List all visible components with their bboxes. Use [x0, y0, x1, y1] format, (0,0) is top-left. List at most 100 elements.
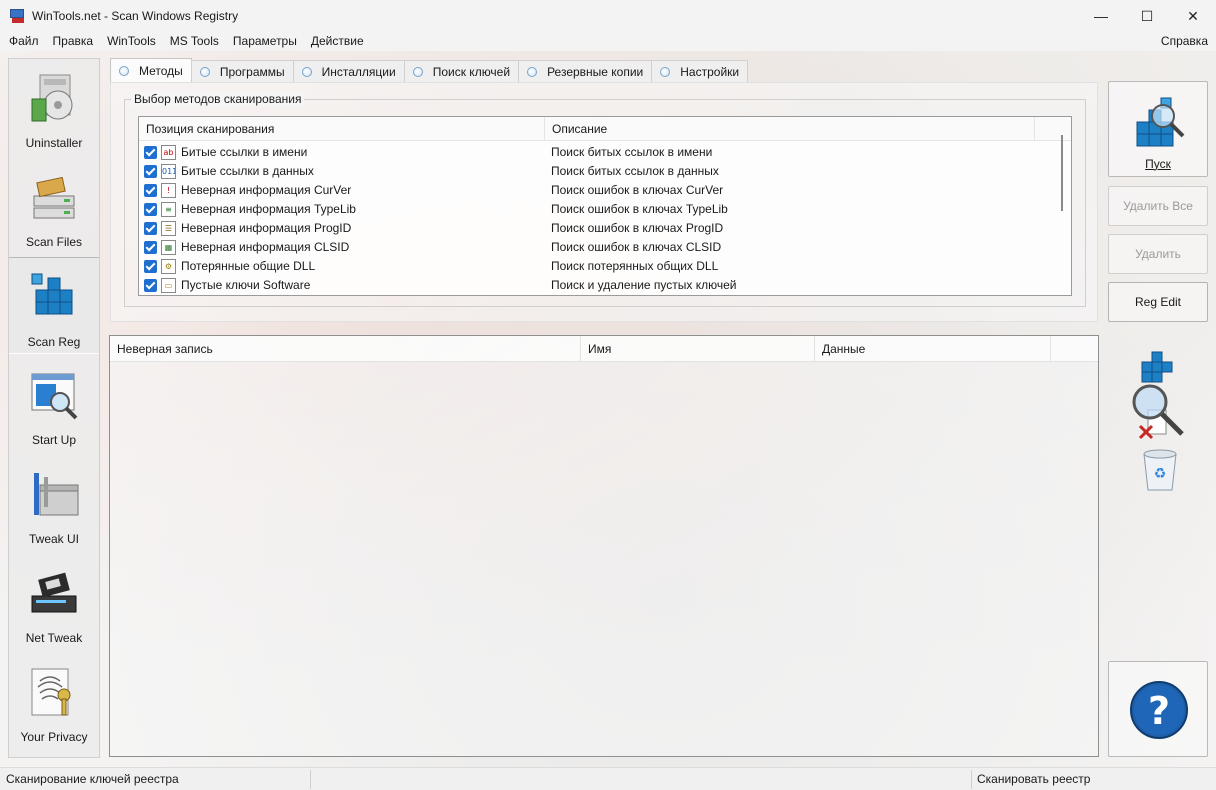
typelib-icon: ≡	[161, 202, 176, 217]
column-header-data[interactable]: Данные	[815, 336, 1051, 362]
close-button[interactable]: ✕	[1170, 0, 1216, 32]
tab-label: Методы	[139, 63, 183, 78]
menu-action[interactable]: Действие	[304, 31, 371, 51]
list-item[interactable]: 011 Битые ссылки в данных Поиск битых сс…	[139, 162, 1071, 181]
list-item[interactable]: ⚙ Потерянные общие DLL Поиск потерянных …	[139, 257, 1071, 276]
registry-search-delete-icon	[1132, 351, 1184, 440]
shared-dll-icon: ⚙	[161, 259, 176, 274]
group-title: Выбор методов сканирования	[131, 92, 305, 106]
sidebar-label: Scan Files	[25, 235, 83, 249]
sidebar-item-tweak-ui[interactable]: Tweak UI	[9, 455, 99, 552]
sidebar-item-uninstaller[interactable]: Uninstaller	[9, 59, 99, 156]
tab-label: Инсталляции	[321, 64, 396, 79]
sidebar-item-privacy[interactable]: Your Privacy	[9, 653, 99, 750]
reg-edit-button[interactable]: Reg Edit	[1108, 282, 1208, 322]
list-scrollbar[interactable]	[1054, 117, 1071, 295]
column-header-description[interactable]: Описание	[545, 117, 1035, 141]
scan-registry-icon	[1136, 97, 1185, 147]
menu-edit[interactable]: Правка	[46, 31, 101, 51]
help-button[interactable]: ?	[1108, 661, 1208, 757]
tab-radio-icon	[412, 66, 423, 77]
row-name: Неверная информация CurVer	[181, 183, 352, 197]
app-icon	[10, 8, 26, 24]
privacy-icon	[31, 668, 71, 716]
svg-text:?: ?	[1148, 689, 1170, 733]
uninstaller-icon	[31, 74, 73, 122]
list-item[interactable]: ab Битые ссылки в имени Поиск битых ссыл…	[139, 143, 1071, 162]
tab-label: Поиск ключей	[432, 64, 511, 79]
list-item[interactable]: ▦ Неверная информация CLSID Поиск ошибок…	[139, 238, 1071, 257]
status-divider	[971, 770, 972, 789]
start-label: Пуск	[1145, 157, 1171, 171]
row-name: Битые ссылки в имени	[181, 145, 308, 159]
tab-label: Резервные копии	[547, 64, 644, 79]
delete-button[interactable]: Удалить	[1108, 234, 1208, 274]
scan-methods-list[interactable]: Позиция сканирования Описание ab Битые с…	[138, 116, 1072, 296]
tab-backups[interactable]: Резервные копии	[518, 60, 653, 82]
tab-key-search[interactable]: Поиск ключей	[403, 60, 520, 82]
scan-results-list[interactable]: Неверная запись Имя Данные	[109, 335, 1099, 757]
tab-programs[interactable]: Программы	[190, 60, 294, 82]
row-checkbox[interactable]	[144, 184, 157, 197]
maximize-button[interactable]: ☐	[1124, 0, 1170, 32]
startup-icon	[31, 373, 78, 420]
row-checkbox[interactable]	[144, 241, 157, 254]
row-name: Неверная информация TypeLib	[181, 202, 356, 216]
row-checkbox[interactable]	[144, 165, 157, 178]
tab-label: Программы	[219, 64, 285, 79]
sidebar-item-net-tweak[interactable]: Net Tweak	[9, 554, 99, 651]
tab-settings[interactable]: Настройки	[651, 60, 749, 82]
clsid-icon: ▦	[161, 240, 176, 255]
scan-files-icon	[33, 176, 75, 219]
row-checkbox[interactable]	[144, 146, 157, 159]
sidebar-label: Tweak UI	[28, 532, 79, 546]
sidebar-label: Start Up	[31, 433, 76, 447]
scrollbar-thumb[interactable]	[1061, 135, 1063, 211]
tab-installations[interactable]: Инсталляции	[292, 60, 405, 82]
tab-methods[interactable]: Методы	[110, 58, 192, 82]
menu-bar: Файл Правка WinTools MS Tools Параметры …	[0, 31, 1216, 51]
row-description: Поиск битых ссылок в данных	[551, 164, 719, 178]
sidebar-item-scan-files[interactable]: Scan Files	[9, 158, 99, 255]
sidebar-item-startup[interactable]: Start Up	[9, 356, 99, 453]
status-bar: Сканирование ключей реестра Сканировать …	[0, 767, 1216, 790]
tab-radio-icon	[119, 65, 129, 76]
results-header: Неверная запись Имя Данные	[110, 336, 1098, 362]
curver-icon: !	[161, 183, 176, 198]
menu-wintools[interactable]: WinTools	[100, 31, 163, 51]
menu-mstools[interactable]: MS Tools	[163, 31, 226, 51]
menu-options[interactable]: Параметры	[226, 31, 304, 51]
menu-file[interactable]: Файл	[0, 31, 46, 51]
sidebar-label: Uninstaller	[25, 136, 83, 150]
minimize-button[interactable]: —	[1078, 0, 1124, 32]
row-description: Поиск потерянных общих DLL	[551, 259, 719, 273]
menu-help[interactable]: Справка	[1161, 31, 1208, 51]
tab-label: Настройки	[680, 64, 740, 79]
sidebar-item-scan-reg[interactable]: Scan Reg	[9, 257, 99, 354]
list-item[interactable]: ! Неверная информация CurVer Поиск ошибо…	[139, 181, 1071, 200]
column-header-name[interactable]: Имя	[581, 336, 815, 362]
row-checkbox[interactable]	[144, 222, 157, 235]
methods-panel: Выбор методов сканирования Позиция скани…	[110, 82, 1098, 322]
column-header-invalid-entry[interactable]: Неверная запись	[110, 336, 581, 362]
row-checkbox[interactable]	[144, 279, 157, 292]
row-checkbox[interactable]	[144, 203, 157, 216]
delete-all-button[interactable]: Удалить Все	[1108, 186, 1208, 226]
app-window: WinTools.net - Scan Windows Registry — ☐…	[0, 0, 1216, 790]
sidebar-label: Scan Reg	[27, 335, 81, 349]
row-name: Пустые ключи Software	[181, 278, 311, 292]
row-description: Поиск битых ссылок в имени	[551, 145, 713, 159]
list-item[interactable]: ▭ Пустые ключи Software Поиск и удаление…	[139, 276, 1071, 295]
help-question-icon: ?	[1130, 681, 1188, 739]
window-controls: — ☐ ✕	[1078, 0, 1216, 32]
row-checkbox[interactable]	[144, 260, 157, 273]
list-item[interactable]: ≡ Неверная информация TypeLib Поиск ошиб…	[139, 200, 1071, 219]
tab-radio-icon	[660, 66, 671, 77]
tab-radio-icon	[301, 66, 312, 77]
status-divider	[310, 770, 311, 789]
start-scan-button[interactable]: Пуск	[1108, 81, 1208, 177]
status-text: Сканирование ключей реестра	[6, 772, 179, 786]
row-description: Поиск ошибок в ключах TypeLib	[551, 202, 728, 216]
list-item[interactable]: ☰ Неверная информация ProgID Поиск ошибо…	[139, 219, 1071, 238]
column-header-position[interactable]: Позиция сканирования	[139, 117, 545, 141]
